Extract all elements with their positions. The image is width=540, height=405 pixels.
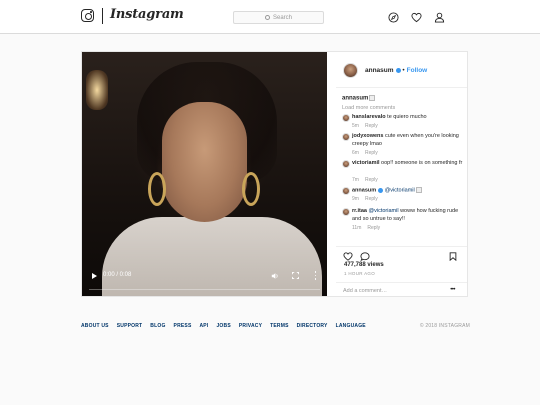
search-icon xyxy=(264,15,270,20)
follow-separator: • xyxy=(402,67,405,74)
verified-badge-icon xyxy=(378,187,384,193)
top-nav: Instagram Search xyxy=(0,0,540,34)
footer-links: ABOUT US SUPPORT BLOG PRESS API JOBS PRI… xyxy=(81,323,366,329)
footer-link-terms[interactable]: TERMS xyxy=(270,323,289,329)
comment-item: rr.itaa @victoriamil woww how fucking ru… xyxy=(342,208,464,234)
reply-button[interactable]: Reply xyxy=(365,196,378,202)
post-sidebar: annasum • Follow annasum Load more commen… xyxy=(336,52,467,296)
profile-icon[interactable] xyxy=(434,12,445,23)
instagram-camera-icon[interactable] xyxy=(81,9,94,22)
comment-item: jodyxowens cute even when you're looking… xyxy=(342,133,464,159)
comment-meta: 9m Reply xyxy=(352,196,378,202)
reply-button[interactable]: Reply xyxy=(367,225,380,231)
comment-username[interactable]: hanslarevalo xyxy=(352,114,386,120)
footer-link-api[interactable]: API xyxy=(200,323,209,329)
broken-image-icon xyxy=(415,187,422,193)
footer-link-directory[interactable]: DIRECTORY xyxy=(297,323,328,329)
play-icon[interactable] xyxy=(92,273,97,279)
comment-username[interactable]: jodyxowens xyxy=(352,133,383,139)
comment-item: annasum @victoriamil 9m Reply xyxy=(342,187,464,205)
video-lamp-glow xyxy=(86,70,108,110)
volume-icon[interactable] xyxy=(271,272,279,280)
comment-mention[interactable]: @victoriamil xyxy=(369,208,399,214)
comment-body: oop!! someone is on something fr xyxy=(381,160,463,166)
comment-mention[interactable]: @victoriamil xyxy=(385,187,415,193)
like-heart-icon[interactable] xyxy=(343,252,353,261)
footer-copyright: © 2018 INSTAGRAM xyxy=(419,323,470,329)
comment-age: 6m xyxy=(352,150,359,156)
reply-button[interactable]: Reply xyxy=(365,177,378,183)
footer: ABOUT US SUPPORT BLOG PRESS API JOBS PRI… xyxy=(81,323,470,331)
comment-body: te quiero mucho xyxy=(387,114,427,120)
footer-link-blog[interactable]: BLOG xyxy=(150,323,165,329)
comment-meta: 7m Reply xyxy=(352,177,378,183)
author-avatar[interactable] xyxy=(343,63,358,78)
video-controls: 0:00 / 0:08 xyxy=(86,268,323,290)
video-time: 0:00 / 0:08 xyxy=(103,272,132,278)
explore-icon[interactable] xyxy=(388,12,399,23)
add-comment-field[interactable]: Add a comment… ••• xyxy=(336,282,467,296)
comment-text: hanslarevalo te quiero mucho xyxy=(352,114,464,122)
hoop-earring-left xyxy=(148,172,166,206)
video-more-icon[interactable] xyxy=(314,271,317,280)
hoop-earring-right xyxy=(242,172,260,206)
comment-age: 11m xyxy=(352,225,362,231)
broken-image-icon xyxy=(369,95,376,101)
logo-divider xyxy=(102,8,103,24)
comment-avatar[interactable] xyxy=(342,114,350,122)
search-placeholder: Search xyxy=(272,14,292,21)
comment-meta: 11m Reply xyxy=(352,225,380,231)
comment-username[interactable]: rr.itaa xyxy=(352,208,367,214)
caption: annasum xyxy=(342,95,376,102)
video-face xyxy=(162,102,247,222)
comment-username[interactable]: victoriamil xyxy=(352,160,380,166)
comment-avatar[interactable] xyxy=(342,208,350,216)
post-header: annasum • Follow xyxy=(336,52,467,88)
post-actions xyxy=(336,246,467,261)
author-line: annasum • Follow xyxy=(365,67,427,74)
video-progress-bar[interactable] xyxy=(89,288,320,290)
footer-link-language[interactable]: LANGUAGE xyxy=(336,323,366,329)
add-comment-placeholder: Add a comment… xyxy=(343,288,388,294)
reply-button[interactable]: Reply xyxy=(365,150,378,156)
post-card: 0:00 / 0:08 annasum • Follow annasum Loa… xyxy=(81,51,468,297)
footer-link-jobs[interactable]: JOBS xyxy=(216,323,230,329)
comment-avatar[interactable] xyxy=(342,187,350,195)
video-player[interactable]: 0:00 / 0:08 xyxy=(82,52,327,296)
load-more-comments[interactable]: Load more comments xyxy=(342,105,395,111)
more-options-icon[interactable]: ••• xyxy=(450,287,455,293)
comment-age: 9m xyxy=(352,196,359,202)
comment-text: victoriamil oop!! someone is on somethin… xyxy=(352,160,464,168)
comment-avatar[interactable] xyxy=(342,160,350,168)
footer-link-press[interactable]: PRESS xyxy=(174,323,192,329)
comment-avatar[interactable] xyxy=(342,133,350,141)
search-input[interactable]: Search xyxy=(233,11,324,24)
author-username[interactable]: annasum xyxy=(365,67,394,74)
caption-username[interactable]: annasum xyxy=(342,96,368,102)
view-count[interactable]: 477,788 views xyxy=(344,262,384,268)
comment-username[interactable]: annasum xyxy=(352,187,376,193)
post-timestamp[interactable]: 1 HOUR AGO xyxy=(344,271,375,276)
comment-meta: 6m Reply xyxy=(352,150,378,156)
footer-link-support[interactable]: SUPPORT xyxy=(117,323,143,329)
comment-text: jodyxowens cute even when you're looking… xyxy=(352,133,464,148)
comment-text: annasum @victoriamil xyxy=(352,187,464,195)
comment-item: hanslarevalo te quiero mucho 5m Reply xyxy=(342,114,464,132)
follow-button[interactable]: Follow xyxy=(407,67,428,74)
instagram-wordmark[interactable]: Instagram xyxy=(110,7,184,22)
comment-text: rr.itaa @victoriamil woww how fucking ru… xyxy=(352,208,464,223)
fullscreen-icon[interactable] xyxy=(292,272,299,279)
comment-bubble-icon[interactable] xyxy=(360,252,370,261)
heart-icon[interactable] xyxy=(411,12,422,23)
footer-link-privacy[interactable]: PRIVACY xyxy=(239,323,262,329)
footer-link-about[interactable]: ABOUT US xyxy=(81,323,109,329)
comment-age: 7m xyxy=(352,177,359,183)
comment-meta: 5m Reply xyxy=(352,123,378,129)
comment-age: 5m xyxy=(352,123,359,129)
bookmark-icon[interactable] xyxy=(449,252,457,261)
reply-button[interactable]: Reply xyxy=(365,123,378,129)
comment-item: victoriamil oop!! someone is on somethin… xyxy=(342,160,464,186)
verified-badge-icon xyxy=(395,67,401,73)
